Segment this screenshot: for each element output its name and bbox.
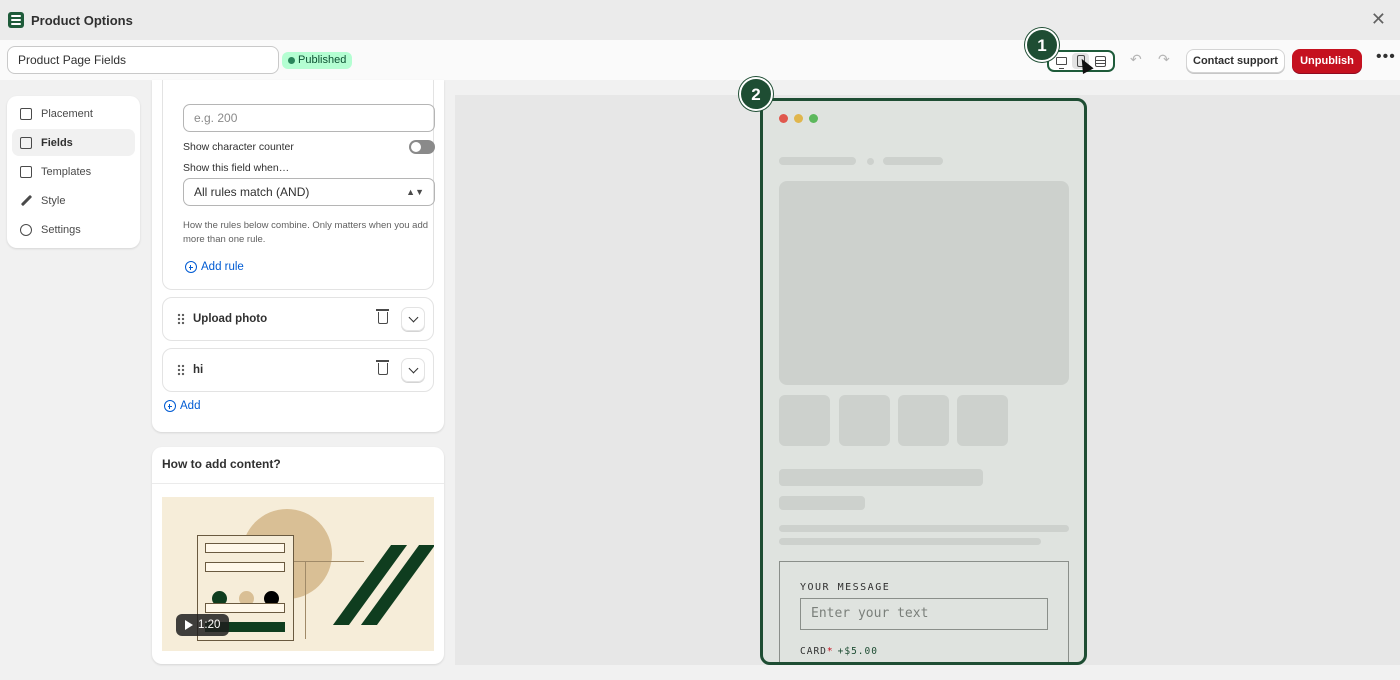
redo-icon[interactable]: ↷ <box>1158 52 1170 66</box>
desktop-icon <box>1056 57 1068 69</box>
sidebar-item-label: Settings <box>41 223 81 236</box>
show-counter-toggle[interactable] <box>409 140 435 154</box>
add-field-label: Add <box>180 400 201 412</box>
expand-field-button[interactable] <box>401 307 425 331</box>
select-arrows-icon: ▲▼ <box>406 187 424 197</box>
skeleton-thumbnail <box>779 395 830 446</box>
how-to-card: How to add content? 1:20 <box>152 447 444 664</box>
app-logo-icon <box>8 12 24 28</box>
card-field-label: CARD* +$5.00 <box>800 646 878 657</box>
plus-circle-icon <box>185 261 197 273</box>
close-icon[interactable]: ✕ <box>1371 10 1386 28</box>
how-to-video-thumbnail[interactable]: 1:20 <box>162 497 434 651</box>
skeleton-thumbnail <box>898 395 949 446</box>
step-marker-2: 2 <box>739 77 773 111</box>
more-actions-icon[interactable]: ••• <box>1376 49 1396 65</box>
trash-icon[interactable] <box>376 309 389 324</box>
skeleton-price <box>779 496 865 510</box>
sidebar-item-label: Templates <box>41 165 92 178</box>
unpublish-button[interactable]: Unpublish <box>1292 49 1362 73</box>
skeleton-thumbnail <box>957 395 1008 446</box>
gear-icon <box>20 223 32 236</box>
desktop-view-button[interactable] <box>1053 53 1070 69</box>
window-maximize-dot <box>809 114 818 123</box>
show-when-label: Show this field when… <box>183 162 290 174</box>
edit-icon <box>20 136 32 149</box>
field-name: hi <box>193 364 204 376</box>
rule-match-select[interactable]: All rules match (AND) ▲▼ <box>183 178 435 206</box>
video-duration: 1:20 <box>198 619 221 631</box>
max-characters-input[interactable]: e.g. 200 <box>183 104 435 132</box>
undo-icon[interactable]: ↶ <box>1130 52 1142 66</box>
fullscreen-icon <box>1094 55 1106 67</box>
skeleton-text <box>779 538 1041 545</box>
template-icon <box>20 165 32 178</box>
sidebar-nav: Placement Fields Templates Style Setting… <box>7 96 140 248</box>
window-close-dot <box>779 114 788 123</box>
app-title: Product Options <box>31 12 133 28</box>
fields-editor-panel: e.g. 200 Show character counter Show thi… <box>152 80 444 432</box>
mobile-preview-frame: YOUR MESSAGE Enter your text CARD* +$5.00 <box>760 98 1087 665</box>
page-icon <box>20 107 32 120</box>
sidebar-item-templates[interactable]: Templates <box>12 158 135 185</box>
sidebar-item-label: Style <box>41 194 66 207</box>
product-field-set-name-input[interactable]: Product Page Fields <box>7 46 279 74</box>
preview-options-form: YOUR MESSAGE Enter your text CARD* +$5.00 <box>779 561 1069 662</box>
field-row-upload-photo[interactable]: Upload photo <box>162 297 434 341</box>
sidebar-item-fields[interactable]: Fields <box>12 129 135 156</box>
editor-header: Product Page Fields Published ↶ ↷ Contac… <box>0 40 1400 80</box>
field-settings-card: e.g. 200 Show character counter Show thi… <box>162 80 435 290</box>
divider <box>152 483 444 484</box>
chevron-down-icon <box>408 312 419 323</box>
plus-circle-icon <box>164 400 176 412</box>
fullscreen-view-button[interactable] <box>1092 53 1109 69</box>
sidebar-item-label: Fields <box>41 136 73 149</box>
message-input[interactable]: Enter your text <box>800 598 1048 630</box>
expand-field-button[interactable] <box>401 358 425 382</box>
sidebar-item-placement[interactable]: Placement <box>12 100 135 127</box>
skeleton-text <box>779 525 1069 532</box>
add-rule-label: Add rule <box>201 261 244 273</box>
brush-icon <box>20 195 32 207</box>
skeleton-title <box>779 469 983 486</box>
title-bar: Product Options ✕ <box>0 0 1400 40</box>
step-marker-1: 1 <box>1025 28 1059 62</box>
play-button[interactable]: 1:20 <box>176 614 229 636</box>
contact-support-button[interactable]: Contact support <box>1186 49 1285 73</box>
skeleton-thumbnail <box>839 395 890 446</box>
how-to-title: How to add content? <box>162 457 281 471</box>
field-name: Upload photo <box>193 313 268 325</box>
drag-handle-icon[interactable] <box>177 364 185 376</box>
drag-handle-icon[interactable] <box>177 313 185 325</box>
show-counter-label: Show character counter <box>183 141 294 153</box>
skeleton-product-image <box>779 181 1069 385</box>
chevron-down-icon <box>408 363 419 374</box>
rule-match-value: All rules match (AND) <box>194 185 310 199</box>
rule-help-text: How the rules below combine. Only matter… <box>183 220 429 245</box>
skeleton-breadcrumb <box>779 157 856 165</box>
add-field-button[interactable]: Add <box>164 400 200 412</box>
sidebar-item-style[interactable]: Style <box>12 187 135 214</box>
sidebar-item-label: Placement <box>41 107 93 120</box>
trash-icon[interactable] <box>376 360 389 375</box>
message-field-label: YOUR MESSAGE <box>800 582 891 593</box>
status-badge: Published <box>282 52 353 69</box>
field-row-hi[interactable]: hi <box>162 348 434 392</box>
sidebar-item-settings[interactable]: Settings <box>12 216 135 243</box>
window-minimize-dot <box>794 114 803 123</box>
add-rule-button[interactable]: Add rule <box>185 261 244 273</box>
